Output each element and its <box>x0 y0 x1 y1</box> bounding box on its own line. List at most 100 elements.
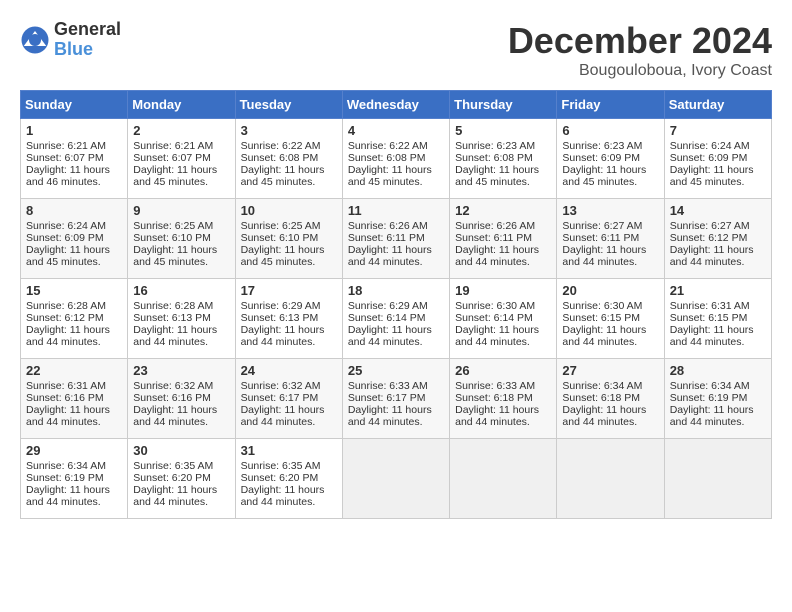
calendar-cell: 6Sunrise: 6:23 AMSunset: 6:09 PMDaylight… <box>557 119 664 199</box>
daylight-text: Daylight: 11 hours and 44 minutes. <box>26 324 122 348</box>
sunset-text: Sunset: 6:09 PM <box>26 232 122 244</box>
calendar-cell: 29Sunrise: 6:34 AMSunset: 6:19 PMDayligh… <box>21 439 128 519</box>
daylight-text: Daylight: 11 hours and 44 minutes. <box>455 324 551 348</box>
logo: General Blue <box>20 20 121 60</box>
calendar-week-1: 1Sunrise: 6:21 AMSunset: 6:07 PMDaylight… <box>21 119 772 199</box>
calendar-cell: 31Sunrise: 6:35 AMSunset: 6:20 PMDayligh… <box>235 439 342 519</box>
sunrise-text: Sunrise: 6:27 AM <box>562 220 658 232</box>
calendar-cell: 2Sunrise: 6:21 AMSunset: 6:07 PMDaylight… <box>128 119 235 199</box>
calendar-cell <box>557 439 664 519</box>
day-number: 26 <box>455 363 551 378</box>
logo-text: General Blue <box>54 20 121 60</box>
calendar-cell <box>664 439 771 519</box>
day-header-friday: Friday <box>557 91 664 119</box>
sunset-text: Sunset: 6:10 PM <box>241 232 337 244</box>
daylight-text: Daylight: 11 hours and 44 minutes. <box>241 324 337 348</box>
calendar-cell: 13Sunrise: 6:27 AMSunset: 6:11 PMDayligh… <box>557 199 664 279</box>
day-number: 10 <box>241 203 337 218</box>
day-number: 23 <box>133 363 229 378</box>
day-header-saturday: Saturday <box>664 91 771 119</box>
day-number: 7 <box>670 123 766 138</box>
sunset-text: Sunset: 6:18 PM <box>562 392 658 404</box>
sunrise-text: Sunrise: 6:31 AM <box>26 380 122 392</box>
day-header-tuesday: Tuesday <box>235 91 342 119</box>
sunrise-text: Sunrise: 6:35 AM <box>133 460 229 472</box>
daylight-text: Daylight: 11 hours and 44 minutes. <box>348 244 444 268</box>
sunset-text: Sunset: 6:14 PM <box>455 312 551 324</box>
daylight-text: Daylight: 11 hours and 44 minutes. <box>241 484 337 508</box>
sunset-text: Sunset: 6:16 PM <box>133 392 229 404</box>
calendar-cell: 8Sunrise: 6:24 AMSunset: 6:09 PMDaylight… <box>21 199 128 279</box>
sunset-text: Sunset: 6:11 PM <box>348 232 444 244</box>
sunrise-text: Sunrise: 6:26 AM <box>455 220 551 232</box>
calendar-cell: 28Sunrise: 6:34 AMSunset: 6:19 PMDayligh… <box>664 359 771 439</box>
day-header-monday: Monday <box>128 91 235 119</box>
daylight-text: Daylight: 11 hours and 44 minutes. <box>562 244 658 268</box>
day-number: 18 <box>348 283 444 298</box>
day-number: 15 <box>26 283 122 298</box>
day-header-thursday: Thursday <box>450 91 557 119</box>
calendar-cell <box>342 439 449 519</box>
sunset-text: Sunset: 6:19 PM <box>26 472 122 484</box>
calendar-cell: 19Sunrise: 6:30 AMSunset: 6:14 PMDayligh… <box>450 279 557 359</box>
sunset-text: Sunset: 6:11 PM <box>455 232 551 244</box>
calendar-cell: 21Sunrise: 6:31 AMSunset: 6:15 PMDayligh… <box>664 279 771 359</box>
daylight-text: Daylight: 11 hours and 44 minutes. <box>26 404 122 428</box>
daylight-text: Daylight: 11 hours and 44 minutes. <box>348 324 444 348</box>
sunrise-text: Sunrise: 6:34 AM <box>26 460 122 472</box>
sunrise-text: Sunrise: 6:33 AM <box>348 380 444 392</box>
day-number: 29 <box>26 443 122 458</box>
calendar-cell: 16Sunrise: 6:28 AMSunset: 6:13 PMDayligh… <box>128 279 235 359</box>
sunrise-text: Sunrise: 6:23 AM <box>562 140 658 152</box>
sunrise-text: Sunrise: 6:28 AM <box>26 300 122 312</box>
sunrise-text: Sunrise: 6:34 AM <box>670 380 766 392</box>
sunrise-text: Sunrise: 6:24 AM <box>670 140 766 152</box>
daylight-text: Daylight: 11 hours and 44 minutes. <box>562 324 658 348</box>
sunset-text: Sunset: 6:07 PM <box>133 152 229 164</box>
calendar-cell: 27Sunrise: 6:34 AMSunset: 6:18 PMDayligh… <box>557 359 664 439</box>
sunset-text: Sunset: 6:20 PM <box>133 472 229 484</box>
sunrise-text: Sunrise: 6:35 AM <box>241 460 337 472</box>
sunrise-text: Sunrise: 6:25 AM <box>241 220 337 232</box>
calendar-cell: 14Sunrise: 6:27 AMSunset: 6:12 PMDayligh… <box>664 199 771 279</box>
calendar-cell: 17Sunrise: 6:29 AMSunset: 6:13 PMDayligh… <box>235 279 342 359</box>
day-number: 2 <box>133 123 229 138</box>
day-number: 6 <box>562 123 658 138</box>
sunrise-text: Sunrise: 6:29 AM <box>348 300 444 312</box>
calendar-cell: 25Sunrise: 6:33 AMSunset: 6:17 PMDayligh… <box>342 359 449 439</box>
daylight-text: Daylight: 11 hours and 46 minutes. <box>26 164 122 188</box>
daylight-text: Daylight: 11 hours and 44 minutes. <box>562 404 658 428</box>
daylight-text: Daylight: 11 hours and 44 minutes. <box>241 404 337 428</box>
sunset-text: Sunset: 6:15 PM <box>562 312 658 324</box>
daylight-text: Daylight: 11 hours and 44 minutes. <box>670 244 766 268</box>
sunrise-text: Sunrise: 6:25 AM <box>133 220 229 232</box>
sunset-text: Sunset: 6:08 PM <box>455 152 551 164</box>
calendar-table: SundayMondayTuesdayWednesdayThursdayFrid… <box>20 90 772 519</box>
day-number: 5 <box>455 123 551 138</box>
sunset-text: Sunset: 6:09 PM <box>562 152 658 164</box>
day-number: 22 <box>26 363 122 378</box>
sunrise-text: Sunrise: 6:21 AM <box>26 140 122 152</box>
calendar-cell: 5Sunrise: 6:23 AMSunset: 6:08 PMDaylight… <box>450 119 557 199</box>
sunrise-text: Sunrise: 6:32 AM <box>133 380 229 392</box>
sunset-text: Sunset: 6:19 PM <box>670 392 766 404</box>
calendar-cell: 4Sunrise: 6:22 AMSunset: 6:08 PMDaylight… <box>342 119 449 199</box>
daylight-text: Daylight: 11 hours and 45 minutes. <box>241 244 337 268</box>
sunrise-text: Sunrise: 6:32 AM <box>241 380 337 392</box>
sunset-text: Sunset: 6:10 PM <box>133 232 229 244</box>
calendar-cell: 15Sunrise: 6:28 AMSunset: 6:12 PMDayligh… <box>21 279 128 359</box>
daylight-text: Daylight: 11 hours and 45 minutes. <box>133 164 229 188</box>
sunrise-text: Sunrise: 6:22 AM <box>348 140 444 152</box>
sunset-text: Sunset: 6:09 PM <box>670 152 766 164</box>
daylight-text: Daylight: 11 hours and 44 minutes. <box>670 324 766 348</box>
page-header: General Blue December 2024 Bougouloboua,… <box>20 20 772 80</box>
sunset-text: Sunset: 6:17 PM <box>348 392 444 404</box>
day-number: 11 <box>348 203 444 218</box>
day-number: 3 <box>241 123 337 138</box>
calendar-cell: 10 Sunrise: 6:25 AMSunset: 6:10 PMDayligh… <box>235 199 342 279</box>
daylight-text: Daylight: 11 hours and 44 minutes. <box>455 404 551 428</box>
day-number: 25 <box>348 363 444 378</box>
daylight-text: Daylight: 11 hours and 45 minutes. <box>348 164 444 188</box>
sunset-text: Sunset: 6:07 PM <box>26 152 122 164</box>
sunrise-text: Sunrise: 6:23 AM <box>455 140 551 152</box>
